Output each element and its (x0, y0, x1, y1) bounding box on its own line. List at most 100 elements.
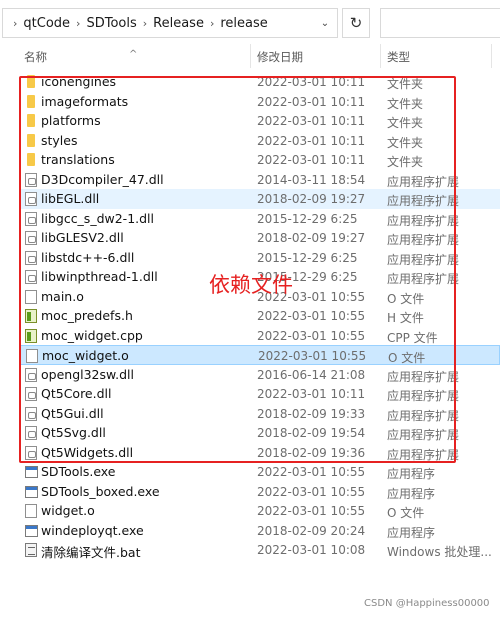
column-divider[interactable] (491, 44, 492, 68)
exe-icon (25, 485, 38, 498)
file-date: 2022-03-01 10:11 (257, 75, 366, 89)
file-name: iconengines (41, 74, 117, 89)
file-type: 文件夹 (387, 96, 424, 111)
file-type: 应用程序 (387, 486, 436, 501)
file-row[interactable]: widget.o 2022-03-01 10:55 O 文件 (20, 501, 500, 521)
file-type: 文件夹 (387, 77, 424, 91)
column-divider[interactable] (380, 44, 381, 68)
file-row[interactable]: D3Dcompiler_47.dll 2014-03-11 18:54 应用程序扩展 (20, 170, 500, 190)
file-row[interactable]: platforms 2022-03-01 10:11 文件夹 (20, 111, 500, 131)
exe-icon (25, 466, 38, 478)
file-type: 应用程序扩展 (387, 447, 460, 462)
file-name: libgcc_s_dw2-1.dll (41, 210, 155, 226)
chevron-down-icon[interactable]: ⌄ (314, 18, 336, 36)
file-row[interactable]: windeployqt.exe 2018-02-09 20:24 应用程序 (20, 521, 500, 541)
folder-icon (27, 114, 35, 127)
file-date: 2018-02-09 19:27 (257, 231, 366, 245)
file-type: H 文件 (387, 311, 424, 325)
file-date: 2016-06-14 21:08 (257, 367, 366, 382)
file-type: Windows 批处理... (387, 545, 492, 559)
file-date: 2022-03-01 10:55 (257, 328, 366, 343)
file-row-hovered[interactable]: libEGL.dll 2018-02-09 19:27 应用程序扩展 (20, 189, 500, 209)
address-bar-row: › qtCode › SDTools › Release › release ⌄… (0, 0, 500, 44)
file-date: 2022-03-01 10:11 (257, 387, 366, 401)
dll-icon (25, 231, 37, 245)
file-date: 2018-02-09 19:33 (257, 406, 366, 421)
column-header-name[interactable]: 名称 (24, 49, 47, 65)
file-name: D3Dcompiler_47.dll (41, 171, 164, 187)
file-row[interactable]: libgcc_s_dw2-1.dll 2015-12-29 6:25 应用程序扩展 (20, 209, 500, 229)
file-name: SDTools.exe (41, 464, 116, 479)
column-header-type[interactable]: 类型 (387, 49, 410, 65)
file-name: opengl32sw.dll (41, 366, 134, 382)
file-row[interactable]: Qt5Svg.dll 2018-02-09 19:54 应用程序扩展 (20, 423, 500, 443)
file-type: 文件夹 (387, 155, 424, 169)
breadcrumb-release-parent[interactable]: Release (151, 16, 206, 31)
file-date: 2015-12-29 6:25 (257, 211, 358, 226)
file-date: 2018-02-09 19:27 (257, 192, 366, 206)
dll-icon (25, 270, 37, 284)
file-row[interactable]: SDTools.exe 2022-03-01 10:55 应用程序 (20, 462, 500, 482)
column-header-date[interactable]: 修改日期 (257, 49, 303, 65)
file-date: 2022-03-01 10:55 (257, 504, 366, 518)
file-date: 2022-03-01 10:08 (257, 543, 366, 557)
file-type: 应用程序扩展 (387, 408, 460, 423)
file-name: Qt5Core.dll (41, 386, 112, 401)
address-bar[interactable]: › qtCode › SDTools › Release › release ⌄ (2, 8, 338, 38)
file-type: 应用程序扩展 (387, 233, 460, 247)
file-name: translations (41, 152, 115, 167)
file-row[interactable]: Qt5Widgets.dll 2018-02-09 19:36 应用程序扩展 (20, 443, 500, 463)
file-type: 应用程序扩展 (387, 174, 460, 189)
file-name: Qt5Widgets.dll (41, 444, 134, 460)
file-date: 2022-03-01 10:55 (257, 484, 366, 499)
folder-icon (27, 153, 35, 166)
file-row[interactable]: opengl32sw.dll 2016-06-14 21:08 应用程序扩展 (20, 365, 500, 385)
file-type: CPP 文件 (387, 330, 438, 345)
file-type: O 文件 (388, 351, 426, 365)
file-row[interactable]: moc_widget.cpp 2022-03-01 10:55 CPP 文件 (20, 326, 500, 346)
breadcrumb: › qtCode › SDTools › Release › release (9, 16, 270, 31)
file-type: 应用程序扩展 (387, 389, 460, 403)
breadcrumb-release[interactable]: release (218, 16, 269, 31)
file-type: 文件夹 (387, 135, 424, 150)
file-type: 应用程序 (387, 525, 436, 540)
document-icon (26, 349, 38, 363)
batch-file-icon (25, 543, 37, 557)
file-row[interactable]: moc_predefs.h 2022-03-01 10:55 H 文件 (20, 306, 500, 326)
file-type: O 文件 (387, 506, 425, 520)
breadcrumb-qtcode[interactable]: qtCode (21, 16, 72, 31)
file-date: 2022-03-01 10:11 (257, 153, 366, 167)
sort-ascending-icon: ^ (129, 49, 138, 60)
file-row[interactable]: 清除编译文件.bat 2022-03-01 10:08 Windows 批处理... (20, 540, 500, 560)
breadcrumb-sdtools[interactable]: SDTools (84, 16, 138, 31)
file-name: Qt5Gui.dll (41, 405, 104, 421)
file-row[interactable]: imageformats 2022-03-01 10:11 文件夹 (20, 92, 500, 112)
file-row[interactable]: libGLESV2.dll 2018-02-09 19:27 应用程序扩展 (20, 228, 500, 248)
file-row[interactable]: iconengines 2022-03-01 10:11 文件夹 (20, 72, 500, 92)
header-file-icon (25, 309, 37, 323)
refresh-button[interactable]: ↻ (342, 8, 370, 38)
chevron-right-icon: › (76, 17, 81, 30)
folder-icon (27, 133, 35, 147)
file-name: 清除编译文件.bat (41, 545, 141, 560)
file-type: O 文件 (387, 291, 425, 306)
file-row[interactable]: SDTools_boxed.exe 2022-03-01 10:55 应用程序 (20, 482, 500, 502)
file-date: 2022-03-01 10:11 (257, 114, 366, 128)
file-row[interactable]: libstdc++-6.dll 2015-12-29 6:25 应用程序扩展 (20, 248, 500, 268)
exe-icon (25, 524, 38, 537)
file-name: platforms (41, 113, 101, 128)
dll-icon (25, 426, 37, 440)
file-row[interactable]: translations 2022-03-01 10:11 文件夹 (20, 150, 500, 170)
search-input[interactable] (380, 8, 500, 38)
file-name: styles (41, 132, 78, 148)
file-row[interactable]: styles 2022-03-01 10:11 文件夹 (20, 131, 500, 151)
file-type: 文件夹 (387, 116, 424, 130)
file-date: 2022-03-01 10:55 (258, 349, 367, 363)
file-name: moc_predefs.h (41, 308, 133, 323)
column-divider[interactable] (250, 44, 251, 68)
annotation-label: 依赖文件 (209, 273, 293, 297)
file-row-selected[interactable]: moc_widget.o 2022-03-01 10:55 O 文件 (20, 345, 500, 365)
file-row[interactable]: Qt5Core.dll 2022-03-01 10:11 应用程序扩展 (20, 384, 500, 404)
file-row[interactable]: Qt5Gui.dll 2018-02-09 19:33 应用程序扩展 (20, 404, 500, 424)
file-name: windeployqt.exe (41, 522, 144, 538)
